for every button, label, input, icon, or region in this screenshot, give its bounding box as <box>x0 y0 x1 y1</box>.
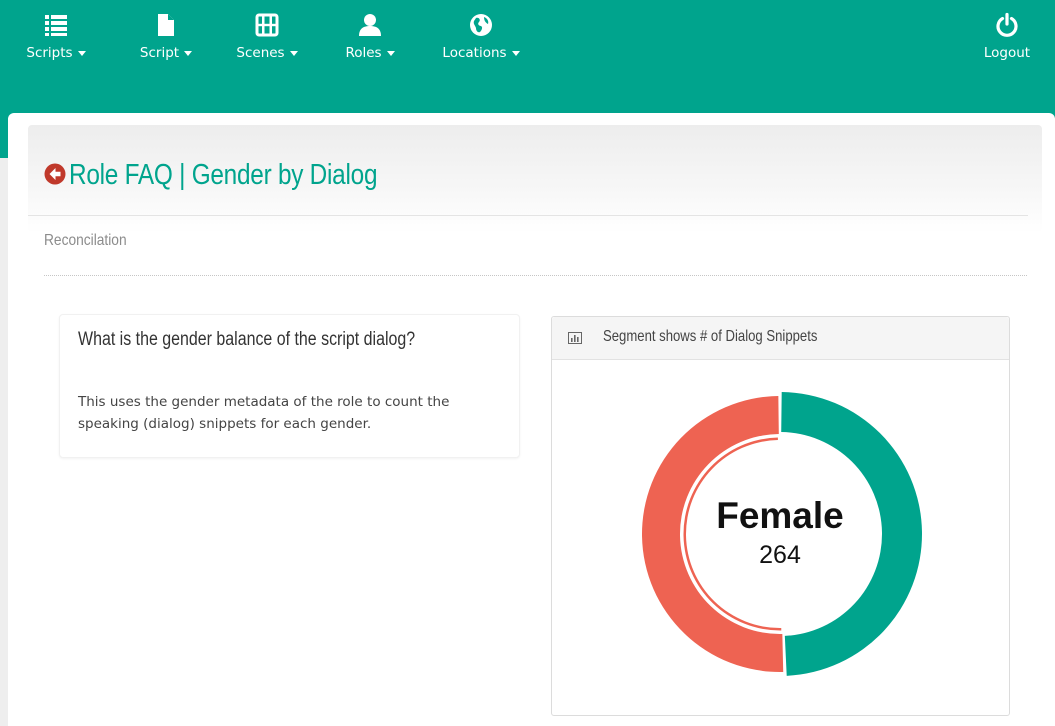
nav-script-label: Script <box>139 45 180 61</box>
section-divider <box>44 275 1027 276</box>
logout-button[interactable]: Logout <box>974 12 1040 61</box>
chevron-down-icon <box>511 50 520 56</box>
page-container: Role FAQ | Gender by Dialog Reconcilatio… <box>8 113 1055 726</box>
info-question: What is the gender balance of the script… <box>78 329 416 350</box>
nav-scripts[interactable]: Scripts <box>12 12 100 61</box>
user-icon <box>359 14 381 36</box>
chart-panel-title: Segment shows # of Dialog Snippets <box>603 328 818 345</box>
chart-panel-header: Segment shows # of Dialog Snippets <box>552 317 1009 360</box>
info-card: What is the gender balance of the script… <box>59 314 520 458</box>
chevron-down-icon <box>77 50 86 56</box>
chart-center-value: 264 <box>759 541 801 569</box>
header-divider <box>28 215 1028 216</box>
nav-script[interactable]: Script <box>126 12 206 61</box>
chevron-down-icon <box>184 50 193 56</box>
logout-label: Logout <box>983 45 1031 61</box>
bar-chart-icon <box>568 332 582 344</box>
chevron-down-icon <box>289 50 298 56</box>
film-icon <box>255 13 279 37</box>
info-description: This uses the gender metadata of the rol… <box>78 394 450 432</box>
nav-scripts-label: Scripts <box>26 45 73 61</box>
page-header: Role FAQ | Gender by Dialog <box>28 125 1042 233</box>
chart-center-label: Female <box>716 495 844 536</box>
page-title: Role FAQ | Gender by Dialog <box>69 159 378 191</box>
chevron-down-icon <box>386 50 395 56</box>
nav-roles[interactable]: Roles <box>330 12 410 61</box>
nav-roles-label: Roles <box>345 45 382 61</box>
nav-scenes-label: Scenes <box>236 45 285 61</box>
nav-locations[interactable]: Locations <box>432 12 530 61</box>
nav-locations-label: Locations <box>442 45 507 61</box>
globe-icon <box>470 14 492 36</box>
list-icon <box>45 15 67 36</box>
chart-panel: Segment shows # of Dialog Snippets Femal… <box>551 316 1010 716</box>
arrow-circle-left-icon[interactable] <box>44 163 66 185</box>
file-icon <box>158 14 174 36</box>
donut-chart[interactable]: Female 264 <box>552 360 1009 714</box>
power-icon <box>996 12 1018 37</box>
page-subtitle: Reconcilation <box>44 232 127 249</box>
nav-scenes[interactable]: Scenes <box>226 12 308 61</box>
